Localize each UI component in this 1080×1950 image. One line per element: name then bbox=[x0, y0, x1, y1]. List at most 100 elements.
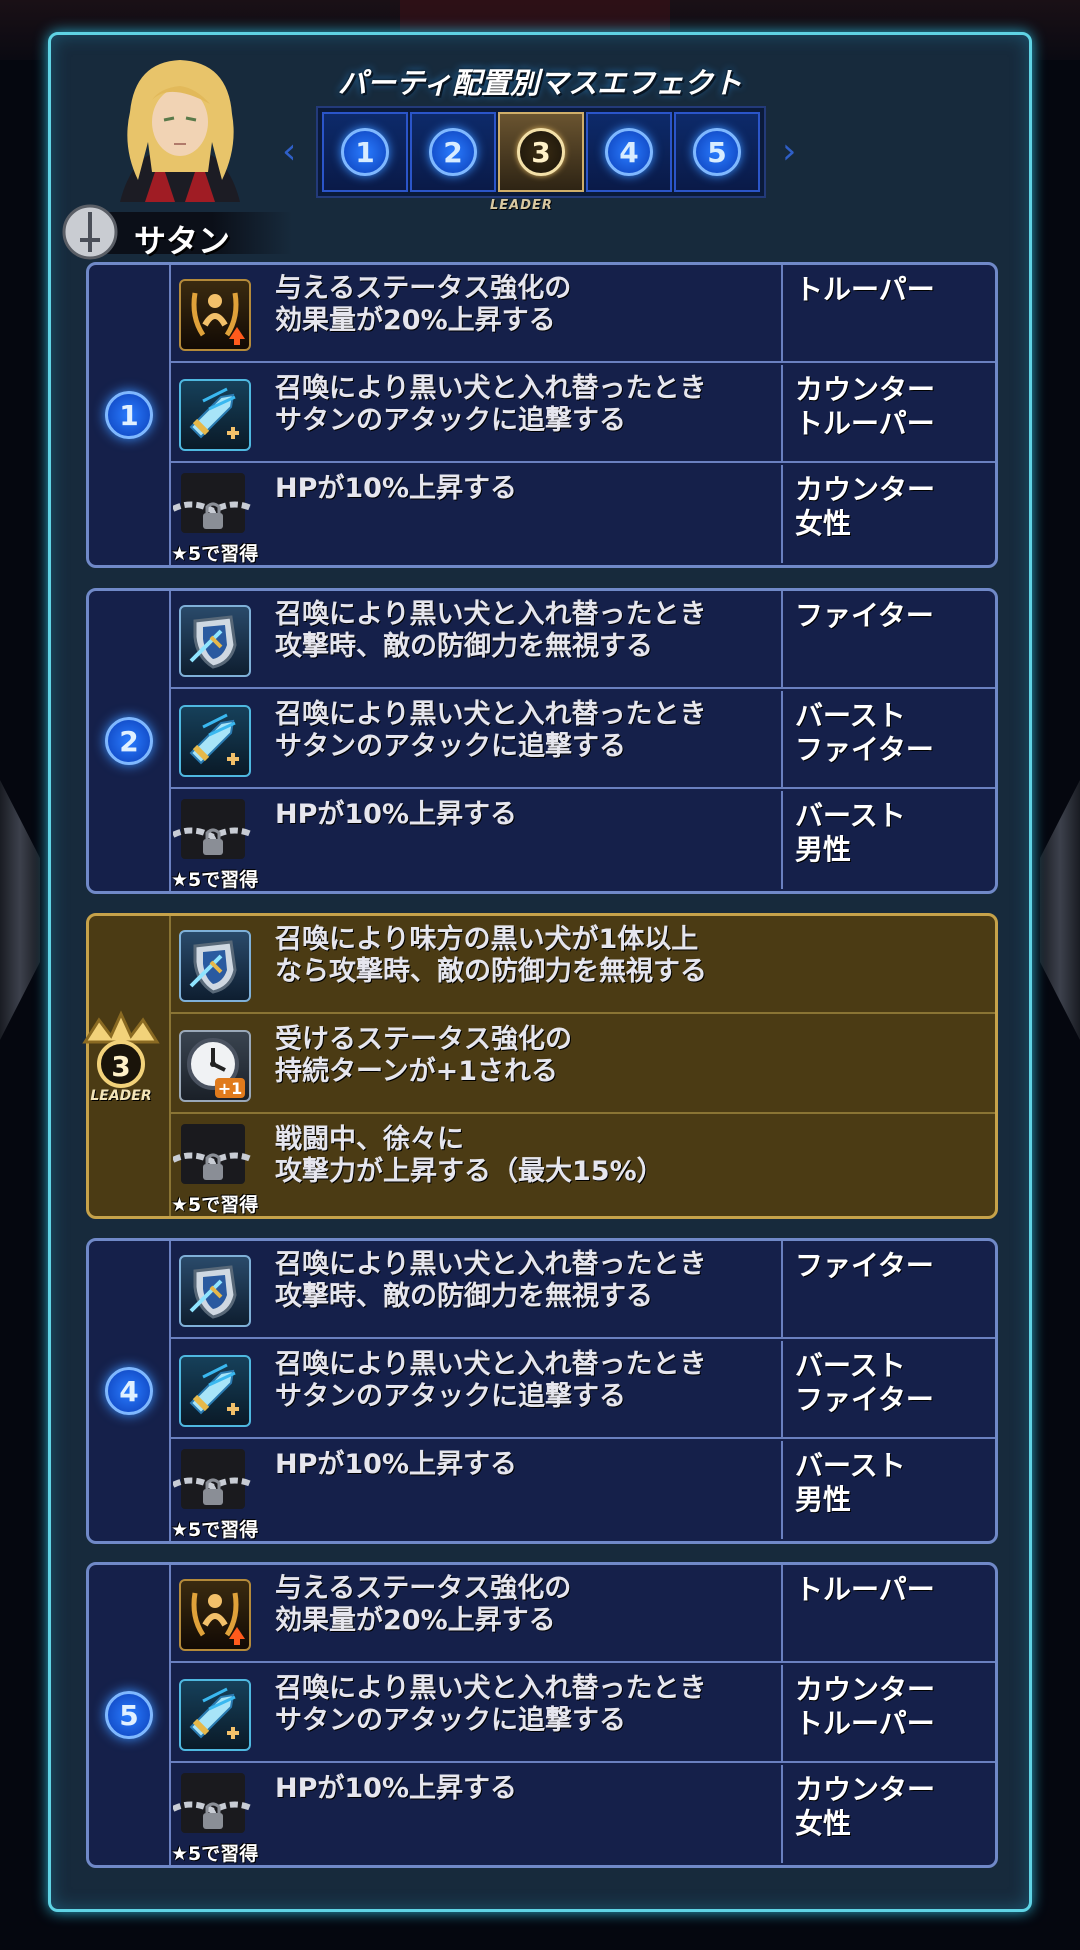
effect-description: 受けるステータス強化の 持続ターンが+1される bbox=[275, 1024, 572, 1087]
sword-chase-icon bbox=[179, 1679, 251, 1751]
effect-row: 召喚により黒い犬と入れ替ったとき サタンのアタックに追撃する バースト ファイター bbox=[169, 691, 995, 789]
effect-row: ★5で習得 HPが10%上昇する カウンター 女性 bbox=[169, 465, 995, 565]
character-name: サタン bbox=[134, 222, 231, 260]
chain-lock-icon: ★5で習得 bbox=[171, 1120, 258, 1216]
effect-description: 召喚により黒い犬と入れ替ったとき 攻撃時、敵の防御力を無視する bbox=[275, 1249, 707, 1312]
effect-row: ★5で習得 HPが10%上昇する バースト 男性 bbox=[169, 791, 995, 891]
shield-break-icon bbox=[179, 605, 251, 677]
effect-group-2: 2 召喚により黒い犬と入れ替ったとき 攻撃時、敵の防御力を無視する ファイター 召喚に… bbox=[86, 588, 998, 894]
group-number: 4 bbox=[105, 1367, 153, 1415]
effect-group-5: 5 与えるステータス強化の 効果量が20%上昇する トルーパー 召喚により黒い犬と入れ… bbox=[86, 1562, 998, 1868]
effect-row: 召喚により黒い犬と入れ替ったとき 攻撃時、敵の防御力を無視する ファイター bbox=[169, 591, 995, 689]
effect-condition: カウンター 女性 bbox=[781, 465, 995, 563]
slot-number: 5 bbox=[693, 128, 741, 176]
effect-condition: バースト ファイター bbox=[781, 691, 995, 787]
group-number: 2 bbox=[105, 717, 153, 765]
shield-break-icon bbox=[179, 930, 251, 1002]
slot-number: 2 bbox=[429, 128, 477, 176]
slot-number: 3 bbox=[517, 128, 565, 176]
effect-description: 召喚により黒い犬と入れ替ったとき 攻撃時、敵の防御力を無視する bbox=[275, 599, 707, 662]
effect-condition: カウンター トルーパー bbox=[781, 1665, 995, 1761]
chain-lock-icon: ★5で習得 bbox=[171, 469, 258, 565]
effect-description: HPが10%上昇する bbox=[275, 1773, 518, 1804]
effect-group-4: 4 召喚により黒い犬と入れ替ったとき 攻撃時、敵の防御力を無視する ファイター 召喚に… bbox=[86, 1238, 998, 1544]
background-right-blade bbox=[1040, 780, 1080, 1040]
unlock-requirement-label: ★5で習得 bbox=[171, 869, 259, 891]
effect-row: 召喚により黒い犬と入れ替ったとき サタンのアタックに追撃する バースト ファイター bbox=[169, 1341, 995, 1439]
effect-condition: トルーパー bbox=[781, 1565, 995, 1661]
effect-condition: バースト 男性 bbox=[781, 1441, 995, 1539]
shield-break-icon bbox=[179, 1255, 251, 1327]
effect-group-leader: 3 LEADER 召喚により味方の黒い犬が1体以上 なら攻撃時、敵の防御力を無視する… bbox=[82, 913, 998, 1219]
slot-leader-caption: LEADER bbox=[490, 198, 553, 213]
group-number: 3 bbox=[111, 1050, 131, 1083]
effect-description: 召喚により黒い犬と入れ替ったとき サタンのアタックに追撃する bbox=[275, 373, 707, 436]
effect-row: 召喚により黒い犬と入れ替ったとき 攻撃時、敵の防御力を無視する ファイター bbox=[169, 1241, 995, 1339]
effect-row: ★5で習得 HPが10%上昇する カウンター 女性 bbox=[169, 1765, 995, 1865]
slot-number: 4 bbox=[605, 128, 653, 176]
buff-up-icon bbox=[179, 1579, 251, 1651]
group-number: 5 bbox=[105, 1691, 153, 1739]
effect-description: 与えるステータス強化の 効果量が20%上昇する bbox=[275, 273, 572, 336]
group-number: 1 bbox=[105, 391, 153, 439]
unlock-requirement-label: ★5で習得 bbox=[171, 1519, 259, 1541]
buff-up-icon bbox=[179, 279, 251, 351]
clock-plus-icon: +1 bbox=[179, 1030, 251, 1102]
chain-lock-icon: ★5で習得 bbox=[171, 1769, 258, 1865]
effect-description: HPが10%上昇する bbox=[275, 799, 518, 830]
effect-condition: ファイター bbox=[781, 591, 995, 687]
effect-row: 召喚により黒い犬と入れ替ったとき サタンのアタックに追撃する カウンター トルーパ… bbox=[169, 1665, 995, 1763]
chevron-right-icon[interactable]: › bbox=[782, 132, 800, 172]
effect-row: 召喚により味方の黒い犬が1体以上 なら攻撃時、敵の防御力を無視する bbox=[169, 916, 995, 1014]
chevron-left-icon[interactable]: ‹ bbox=[282, 132, 300, 172]
slot-tab-1[interactable]: 1 bbox=[322, 112, 408, 192]
group-position-column: 4 bbox=[89, 1241, 171, 1541]
effect-row: +1 受けるステータス強化の 持続ターンが+1される bbox=[169, 1016, 995, 1114]
sword-chase-icon bbox=[179, 705, 251, 777]
slot-tab-5[interactable]: 5 bbox=[674, 112, 760, 192]
effect-description: 戦闘中、徐々に 攻撃力が上昇する（最大15%） bbox=[275, 1124, 664, 1187]
effect-row: ★5で習得 HPが10%上昇する バースト 男性 bbox=[169, 1441, 995, 1541]
leader-crown-icon: 3 LEADER bbox=[71, 1006, 171, 1106]
group-position-column: 3 LEADER bbox=[82, 916, 171, 1216]
effect-group-1: 1 与えるステータス強化の 効果量が20%上昇する トルーパー 召喚により黒い犬と入れ… bbox=[86, 262, 998, 568]
chain-lock-icon: ★5で習得 bbox=[171, 1445, 258, 1541]
effect-description: HPが10%上昇する bbox=[275, 1449, 518, 1480]
character-portrait bbox=[100, 52, 260, 212]
effect-description: 召喚により黒い犬と入れ替ったとき サタンのアタックに追撃する bbox=[275, 699, 707, 762]
effect-description: 召喚により味方の黒い犬が1体以上 なら攻撃時、敵の防御力を無視する bbox=[275, 924, 707, 987]
svg-text:+1: +1 bbox=[218, 1079, 243, 1098]
sword-chase-icon bbox=[179, 1355, 251, 1427]
unlock-requirement-label: ★5で習得 bbox=[171, 1843, 259, 1865]
effect-row: 与えるステータス強化の 効果量が20%上昇する トルーパー bbox=[169, 1565, 995, 1663]
effect-condition: カウンター トルーパー bbox=[781, 365, 995, 461]
slot-number: 1 bbox=[341, 128, 389, 176]
effect-description: 召喚により黒い犬と入れ替ったとき サタンのアタックに追撃する bbox=[275, 1349, 707, 1412]
group-position-column: 5 bbox=[89, 1565, 171, 1865]
sword-chase-icon bbox=[179, 379, 251, 451]
slot-tab-4[interactable]: 4 bbox=[586, 112, 672, 192]
effect-row: 召喚により黒い犬と入れ替ったとき サタンのアタックに追撃する カウンター トルーパ… bbox=[169, 365, 995, 463]
chain-lock-icon: ★5で習得 bbox=[171, 795, 258, 891]
effect-description: 召喚により黒い犬と入れ替ったとき サタンのアタックに追撃する bbox=[275, 1673, 707, 1736]
page-title: パーティ配置別マスエフェクト bbox=[337, 66, 743, 100]
group-position-column: 2 bbox=[89, 591, 171, 891]
effect-condition: バースト ファイター bbox=[781, 1341, 995, 1437]
unlock-requirement-label: ★5で習得 bbox=[171, 1194, 259, 1216]
effect-condition: ファイター bbox=[781, 1241, 995, 1337]
effect-description: HPが10%上昇する bbox=[275, 473, 518, 504]
slot-tab-3[interactable]: 3 bbox=[498, 112, 584, 192]
effect-condition: トルーパー bbox=[781, 265, 995, 361]
effect-row: ★5で習得 戦闘中、徐々に 攻撃力が上昇する（最大15%） bbox=[169, 1116, 995, 1216]
background-left-blade bbox=[0, 780, 40, 1040]
unlock-requirement-label: ★5で習得 bbox=[171, 543, 259, 565]
group-position-column: 1 bbox=[89, 265, 171, 565]
character-name-bar: サタン bbox=[62, 204, 302, 260]
effect-condition: カウンター 女性 bbox=[781, 1765, 995, 1863]
party-slot-selector: 1 2 3 4 5 bbox=[316, 106, 766, 198]
effect-condition: バースト 男性 bbox=[781, 791, 995, 889]
effect-row: 与えるステータス強化の 効果量が20%上昇する トルーパー bbox=[169, 265, 995, 363]
sword-class-icon bbox=[62, 204, 118, 260]
slot-tab-2[interactable]: 2 bbox=[410, 112, 496, 192]
effect-description: 与えるステータス強化の 効果量が20%上昇する bbox=[275, 1573, 572, 1636]
